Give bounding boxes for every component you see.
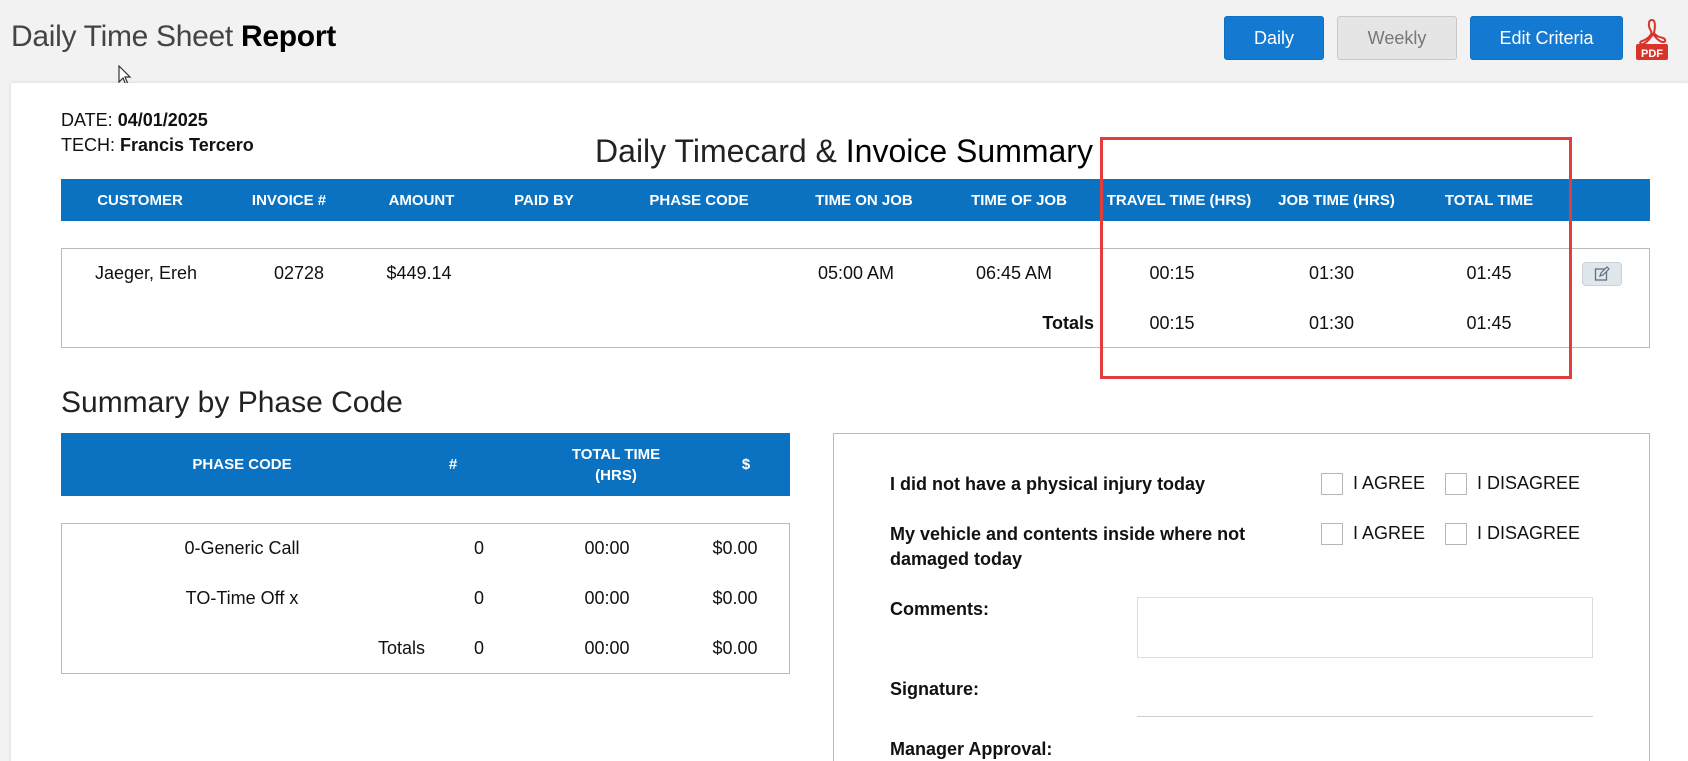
pdf-label: PDF xyxy=(1641,48,1663,60)
question-vehicle: My vehicle and contents inside where not… xyxy=(890,522,1245,572)
cell-time-on-job: 05:00 AM xyxy=(817,263,895,283)
phase-total-amount: $0.00 xyxy=(712,638,758,658)
question-injury: I did not have a physical injury today xyxy=(890,474,1206,494)
edit-criteria-button[interactable]: Edit Criteria xyxy=(1470,16,1623,60)
manager-approval-label: Manager Approval: xyxy=(890,739,1053,759)
date-line: DATE: 04/01/2025 xyxy=(61,110,208,131)
summary-title-bold: Invoice Summary xyxy=(845,133,1093,169)
phase-amount-cell: $0.00 xyxy=(712,538,758,558)
injury-agree-checkbox[interactable] xyxy=(1321,473,1343,495)
vehicle-disagree-checkbox[interactable] xyxy=(1445,523,1467,545)
vehicle-agree-label: I AGREE xyxy=(1353,523,1426,543)
col-paid-by: PAID BY xyxy=(514,191,574,209)
col-amount: AMOUNT xyxy=(388,191,455,209)
col-phase-code: PHASE CODE xyxy=(649,191,749,209)
summary-title-light: Daily Timecard & xyxy=(595,133,837,169)
injury-disagree-checkbox[interactable] xyxy=(1445,473,1467,495)
phase-totals-label: Totals xyxy=(377,638,425,658)
signature-label: Signature: xyxy=(890,679,980,699)
cell-customer: Jaeger, Ereh xyxy=(94,263,198,283)
question-vehicle-line2: damaged today xyxy=(890,549,1023,569)
comments-label: Comments: xyxy=(890,599,990,619)
edit-icon xyxy=(1594,266,1610,281)
col-count: # xyxy=(448,456,458,473)
col-time-of-job: TIME OF JOB xyxy=(971,191,1067,209)
phase-code-cell: TO-Time Off x xyxy=(185,588,299,608)
vehicle-agree-checkbox[interactable] xyxy=(1321,523,1343,545)
cell-time-of-job: 06:45 AM xyxy=(975,263,1053,283)
col-invoice: INVOICE # xyxy=(251,191,327,209)
comments-input[interactable] xyxy=(1137,597,1593,658)
phase-total-count: 0 xyxy=(473,638,484,658)
col-dollars: $ xyxy=(741,456,751,473)
col-phase-total-time: TOTAL TIME (HRS) xyxy=(571,445,661,484)
phase-time-cell: 00:00 xyxy=(584,588,630,608)
totals-label: Totals xyxy=(1042,313,1094,333)
col-time-on-job: TIME ON JOB xyxy=(815,191,913,209)
col-phase: PHASE CODE xyxy=(192,456,292,473)
daily-button[interactable]: Daily xyxy=(1224,16,1324,60)
pdf-icon[interactable]: PDF xyxy=(1636,16,1668,60)
cell-invoice: 02728 xyxy=(273,263,325,283)
phase-table-header: PHASE CODE # TOTAL TIME (HRS) $ xyxy=(61,433,790,496)
signature-line[interactable] xyxy=(1137,716,1593,717)
question-vehicle-line1: My vehicle and contents inside where not xyxy=(890,524,1246,544)
phase-time-cell: 00:00 xyxy=(584,538,630,558)
phase-code-cell: 0-Generic Call xyxy=(184,538,300,558)
page-title: Daily Time Sheet Report xyxy=(11,20,336,54)
phase-amount-cell: $0.00 xyxy=(712,588,758,608)
page-title-text: Daily Time Sheet xyxy=(11,20,233,53)
phase-count-cell: 0 xyxy=(473,538,484,558)
weekly-button[interactable]: Weekly xyxy=(1337,16,1457,60)
injury-agree-label: I AGREE xyxy=(1353,473,1426,493)
injury-disagree-label: I DISAGREE xyxy=(1477,473,1581,493)
cell-amount: $449.14 xyxy=(386,263,452,283)
vehicle-disagree-label: I DISAGREE xyxy=(1477,523,1581,543)
phase-section-title: Summary by Phase Code xyxy=(61,386,403,419)
date-label: DATE: xyxy=(61,110,113,130)
date-value: 04/01/2025 xyxy=(117,110,208,130)
edit-row-button[interactable] xyxy=(1582,262,1622,286)
col-customer: CUSTOMER xyxy=(97,191,183,209)
phase-total-time: 00:00 xyxy=(584,638,630,658)
page-title-bold: Report xyxy=(241,20,336,53)
highlight-box xyxy=(1100,137,1572,379)
phase-count-cell: 0 xyxy=(473,588,484,608)
